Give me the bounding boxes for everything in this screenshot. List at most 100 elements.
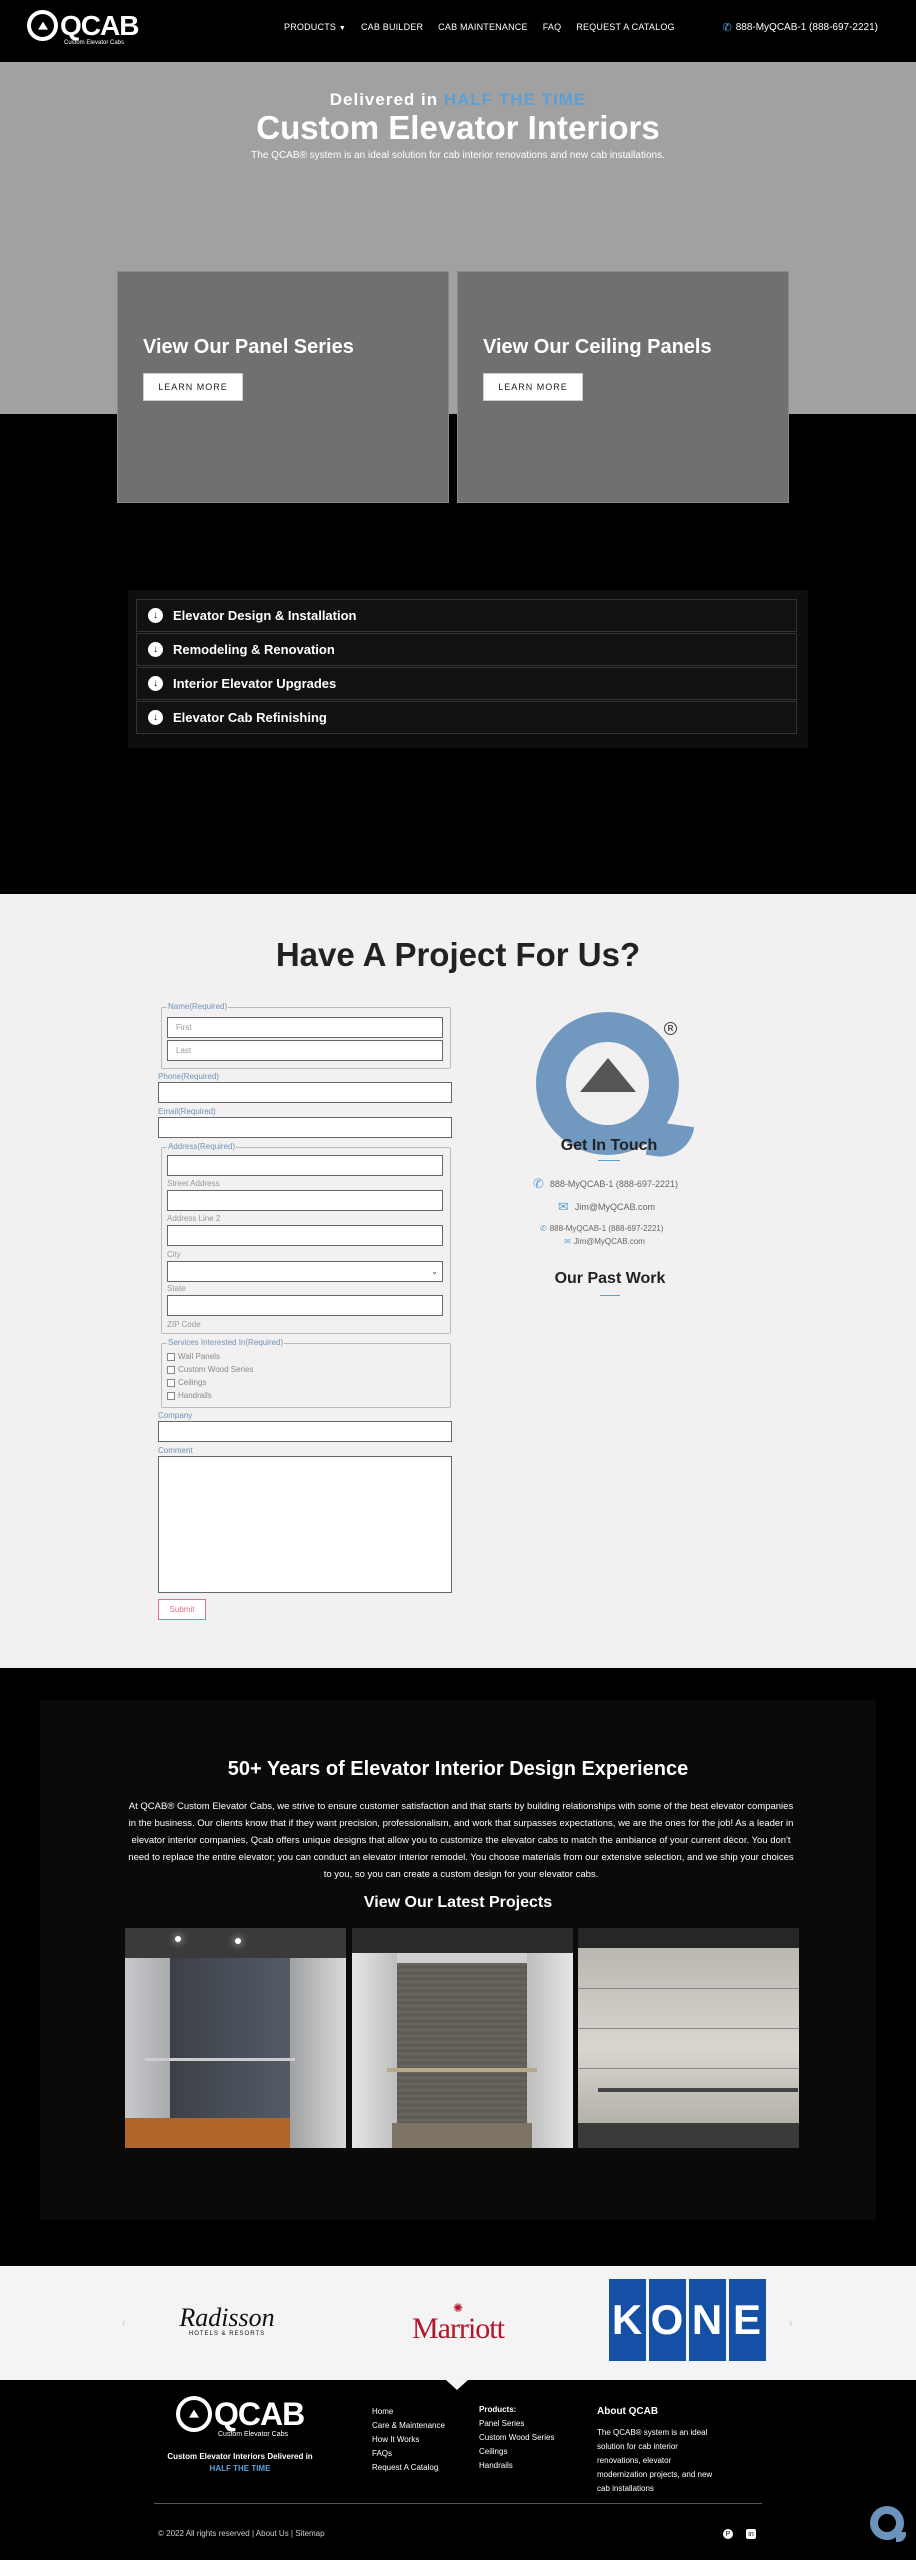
kone-letter: N (688, 2279, 726, 2361)
company-input[interactable] (158, 1421, 452, 1442)
photo-floor (125, 2118, 290, 2148)
site-logo[interactable]: QCAB Custom Elevator Cabs (27, 10, 139, 46)
comment-textarea[interactable] (158, 1456, 452, 1593)
photo-ceiling (352, 1928, 573, 1953)
radisson-logo: Radisson HOTELS & RESORTS (172, 2297, 282, 2345)
footer-tagline-accent: HALF THE TIME (209, 2464, 271, 2473)
checkbox-wall-panels[interactable]: Wall Panels (167, 1352, 220, 1361)
photo-right-wall (290, 1958, 346, 2148)
checkbox-label: Custom Wood Series (178, 1365, 254, 1374)
accordion-item-design[interactable]: ↓ Elevator Design & Installation (136, 599, 797, 632)
checkbox-ceilings[interactable]: Ceilings (167, 1378, 206, 1387)
contact-email-small[interactable]: ✉ Jim@MyQCAB.com (564, 1237, 645, 1246)
accordion-item-upgrades[interactable]: ↓ Interior Elevator Upgrades (136, 667, 797, 700)
checkbox-custom-wood[interactable]: Custom Wood Series (167, 1365, 253, 1374)
main-nav: PRODUCTS ▼ CAB BUILDER CAB MAINTENANCE F… (284, 22, 675, 32)
footer-divider (154, 2503, 762, 2504)
contact-phone-small-text: 888-MyQCAB-1 (888-697-2221) (549, 1224, 664, 1233)
checkbox-box[interactable] (167, 1365, 175, 1374)
comment-label: Comment (158, 1446, 193, 1455)
photo-floor (392, 2123, 532, 2148)
photo-handrail (598, 2088, 798, 2092)
zip-input[interactable] (167, 1295, 443, 1316)
first-name-input[interactable]: First (167, 1017, 443, 1038)
logo-tagline: Custom Elevator Cabs (218, 2431, 289, 2438)
experience-title: 50+ Years of Elevator Interior Design Ex… (227, 1758, 689, 1780)
footer-logo[interactable]: QCAB Custom Elevator Cabs (176, 2396, 305, 2438)
kone-logo: K O N E (606, 2279, 768, 2361)
learn-more-button[interactable]: LEARN MORE (483, 373, 583, 401)
footer-links: Home Care & Maintenance How It Works FAQ… (372, 2405, 445, 2475)
footer-link-care[interactable]: Care & Maintenance (372, 2419, 445, 2433)
footer-product-panel[interactable]: Panel Series (479, 2417, 554, 2431)
learn-more-button[interactable]: LEARN MORE (143, 373, 243, 401)
past-work-title: Our Past Work (554, 1270, 666, 1287)
street-address-input[interactable] (167, 1155, 443, 1176)
city-input[interactable] (167, 1225, 443, 1246)
panel-series-card[interactable]: View Our Panel Series LEARN MORE (117, 271, 449, 503)
city-label: City (167, 1250, 181, 1259)
qcab-logo-icon (536, 1012, 695, 1161)
widget-inner (878, 2514, 896, 2532)
chat-widget-icon[interactable] (870, 2506, 906, 2542)
address-line-2-label: Address Line 2 (167, 1214, 221, 1223)
email-input[interactable] (158, 1117, 452, 1138)
nav-cab-builder[interactable]: CAB BUILDER (361, 22, 423, 32)
footer-product-ceilings[interactable]: Ceilings (479, 2445, 554, 2459)
footer-link-catalog[interactable]: Request A Catalog (372, 2461, 445, 2475)
carousel-next-icon[interactable]: › (789, 2318, 792, 2329)
contact-phone-small[interactable]: ✆ 888-MyQCAB-1 (888-697-2221) (540, 1224, 664, 1233)
contact-phone-link[interactable]: ✆ 888-MyQCAB-1 (888-697-2221) (533, 1176, 678, 1192)
phone-input[interactable] (158, 1082, 452, 1103)
phone-icon: ✆ (540, 1224, 547, 1233)
last-name-input[interactable]: Last (167, 1040, 443, 1061)
submit-button[interactable]: Submit (158, 1599, 206, 1620)
footer-link-faqs[interactable]: FAQs (372, 2447, 445, 2461)
footer-product-handrails[interactable]: Handrails (479, 2459, 554, 2473)
project-photo-3[interactable] (578, 1928, 799, 2148)
nav-cab-maintenance[interactable]: CAB MAINTENANCE (438, 22, 528, 32)
photo-handrail (145, 2058, 295, 2061)
project-photo-1[interactable] (125, 1928, 346, 2148)
photo-left-wall (352, 1953, 397, 2148)
header-phone-link[interactable]: ✆ 888-MyQCAB-1 (888-697-2221) (722, 21, 878, 34)
arrow-down-circle-icon: ↓ (148, 676, 163, 691)
street-address-label: Street Address (167, 1179, 220, 1188)
latest-projects-title: View Our Latest Projects (363, 1894, 553, 1911)
accordion-label: Remodeling & Renovation (173, 642, 335, 657)
linkedin-icon[interactable]: in (746, 2529, 756, 2539)
address-line-2-input[interactable] (167, 1190, 443, 1211)
accordion-item-refinishing[interactable]: ↓ Elevator Cab Refinishing (136, 701, 797, 734)
services-label: Services Interested In(Required) (167, 1338, 285, 1347)
chevron-down-icon: ⌄ (431, 1267, 438, 1276)
footer-link-how[interactable]: How It Works (372, 2433, 445, 2447)
checkbox-box[interactable] (167, 1352, 175, 1361)
footer-product-wood[interactable]: Custom Wood Series (479, 2431, 554, 2445)
project-photo-2[interactable] (352, 1928, 573, 2148)
carousel-prev-icon[interactable]: ‹ (122, 2318, 125, 2329)
nav-request-catalog[interactable]: REQUEST A CATALOG (576, 22, 674, 32)
checkbox-box[interactable] (167, 1391, 175, 1400)
photo-handrail (387, 2068, 537, 2072)
accordion-item-remodeling[interactable]: ↓ Remodeling & Renovation (136, 633, 797, 666)
hero-title: Custom Elevator Interiors (256, 109, 660, 146)
photo-back-wall (397, 1963, 527, 2123)
ceiling-panels-card[interactable]: View Our Ceiling Panels LEARN MORE (457, 271, 789, 503)
checkbox-box[interactable] (167, 1378, 175, 1387)
experience-text: At QCAB® Custom Elevator Cabs, we strive… (128, 1801, 794, 1880)
footer-link-home[interactable]: Home (372, 2405, 445, 2419)
pinterest-icon[interactable]: P (723, 2529, 733, 2539)
email-label: Email(Required) (158, 1107, 216, 1116)
logo-tagline: Custom Elevator Cabs (64, 40, 125, 46)
logo-triangle (580, 1058, 636, 1092)
checkbox-handrails[interactable]: Handrails (167, 1391, 212, 1400)
nav-faq[interactable]: FAQ (543, 22, 562, 32)
nav-products[interactable]: PRODUCTS ▼ (284, 22, 346, 32)
about-heading: About QCAB (597, 2406, 659, 2417)
hero-kicker: Delivered in HALF THE TIME (329, 90, 587, 109)
site-header: QCAB Custom Elevator Cabs PRODUCTS ▼ CAB… (0, 0, 916, 62)
copyright-text[interactable]: © 2022 All rights reserved | About Us | … (158, 2529, 325, 2538)
kone-letter: K (608, 2279, 646, 2361)
state-select[interactable]: ⌄ (167, 1261, 443, 1282)
contact-email-link[interactable]: ✉ Jim@MyQCAB.com (558, 1199, 655, 1215)
